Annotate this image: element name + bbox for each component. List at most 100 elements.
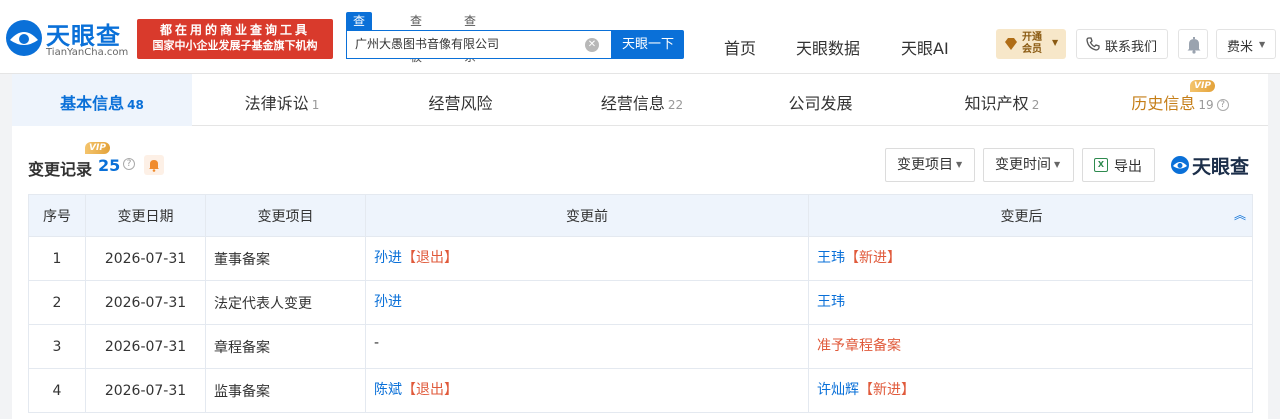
eye-logo-icon: [1171, 156, 1189, 174]
watermark-text: 天眼查: [1192, 156, 1250, 178]
filter-change-item-label: 变更项目: [897, 157, 953, 173]
section-title: 变更记录: [28, 160, 93, 179]
cell-before: -: [365, 324, 809, 369]
tab-legal[interactable]: 法律诉讼 1: [192, 74, 372, 126]
cell-before: 陈斌【退出】: [365, 368, 809, 413]
table-row: 1 2026-07-31 董事备案 孙进【退出】 王玮【新进】: [28, 236, 1253, 281]
cell-after: 王玮【新进】: [808, 236, 1253, 281]
slogan-line1: 都在用的商业查询工具: [159, 23, 310, 37]
tianyancha-watermark: 天眼查: [1170, 151, 1254, 179]
cell-no: 4: [28, 368, 86, 413]
open-vip-label: 开通 会员: [1022, 32, 1042, 55]
logo-subtext: TianYanCha.com: [46, 47, 129, 58]
tab-intellectual-property[interactable]: 知识产权 2: [912, 74, 1092, 126]
search-tab-boss[interactable]: 查老板: [403, 12, 429, 64]
search-box: ✕: [346, 30, 612, 59]
slogan-line2: 国家中小企业发展子基金旗下机构: [152, 39, 318, 52]
person-link[interactable]: 孙进: [374, 294, 402, 310]
search-button[interactable]: 天眼一下: [612, 30, 684, 59]
company-info-tabs: 基本信息 48 法律诉讼 1 经营风险 经营信息 22 公司发展 知识产权 2 VIP …: [12, 74, 1268, 126]
tab-company-development[interactable]: 公司发展: [732, 74, 912, 126]
bell-icon: [149, 160, 159, 172]
person-link[interactable]: 许灿辉: [817, 382, 859, 398]
cell-date: 2026-07-31: [85, 236, 206, 281]
cell-no: 3: [28, 324, 86, 369]
change-tag: 【退出】: [402, 250, 458, 266]
cell-after: 王玮: [808, 280, 1253, 325]
person-link[interactable]: 孙进: [374, 250, 402, 266]
filter-change-item-dropdown[interactable]: 变更项目 ▼: [885, 148, 975, 182]
change-tag: 【新进】: [845, 250, 901, 266]
clear-icon[interactable]: ✕: [585, 38, 599, 52]
monitor-bell-button[interactable]: [144, 155, 164, 175]
chevron-down-icon: ▼: [956, 160, 963, 169]
table-row: 4 2026-07-31 监事备案 陈斌【退出】 许灿辉【新进】: [28, 368, 1253, 413]
chevron-down-icon: ▼: [1259, 40, 1266, 49]
help-icon[interactable]: ?: [123, 158, 135, 170]
cell-item: 法定代表人变更: [205, 280, 366, 325]
person-link[interactable]: 王玮: [817, 294, 845, 310]
cell-no: 2: [28, 280, 86, 325]
chevron-down-icon: ▼: [1054, 160, 1061, 169]
eye-logo-icon: [6, 20, 42, 56]
tab-business-info[interactable]: 经营信息 22: [552, 74, 732, 126]
search-tab-relation[interactable]: 查关系: [457, 12, 483, 64]
person-link[interactable]: 王玮: [817, 250, 845, 266]
help-icon[interactable]: ?: [1216, 98, 1229, 111]
cell-after: 许灿辉【新进】: [808, 368, 1253, 413]
collapse-icon[interactable]: ︽: [1234, 206, 1246, 223]
cell-before: 孙进: [365, 280, 809, 325]
user-menu[interactable]: 费米 ▼: [1216, 29, 1276, 59]
tianyancha-logo[interactable]: 天眼查 TianYanCha.com: [4, 16, 132, 62]
cell-before: 孙进【退出】: [365, 236, 809, 281]
nav-home[interactable]: 首页: [724, 35, 756, 59]
tab-label: 基本信息 48: [60, 94, 144, 113]
col-header-no: 序号: [28, 194, 86, 237]
change-records-section: VIP 变更记录 25 ? 变更项目 ▼ 变更时间 ▼ X 导出 天眼查 序号 变: [12, 126, 1268, 419]
col-header-date: 变更日期: [85, 194, 206, 237]
cell-item: 监事备案: [205, 368, 366, 413]
tab-label: 经营风险: [428, 94, 493, 113]
user-name: 费米: [1227, 40, 1254, 55]
cell-date: 2026-07-31: [85, 368, 206, 413]
top-header: 天眼查 TianYanCha.com 都在用的商业查询工具 国家中小企业发展子基…: [0, 0, 1280, 74]
contact-us-label: 联系我们: [1105, 40, 1158, 55]
cell-date: 2026-07-31: [85, 324, 206, 369]
cell-no: 1: [28, 236, 86, 281]
tab-basic-info[interactable]: 基本信息 48: [12, 74, 192, 126]
vip-badge: VIP: [1190, 80, 1215, 92]
notification-button[interactable]: [1178, 29, 1208, 59]
open-vip-button[interactable]: 开通 会员 ▼: [996, 29, 1066, 59]
col-header-after: 变更后 ︽: [808, 194, 1253, 237]
excel-icon: X: [1094, 158, 1108, 172]
export-button[interactable]: X 导出: [1082, 148, 1155, 182]
export-label: 导出: [1114, 159, 1142, 175]
tab-history-info[interactable]: VIP 历史信息 19?: [1092, 74, 1268, 126]
table-header-row: 序号 变更日期 变更项目 变更前 变更后 ︽: [28, 194, 1253, 237]
change-tag: 【退出】: [402, 382, 458, 398]
person-link[interactable]: 陈斌: [374, 382, 402, 398]
contact-us-button[interactable]: 联系我们: [1076, 29, 1168, 59]
nav-tianyan-data[interactable]: 天眼数据: [796, 35, 860, 59]
nav-tianyan-ai[interactable]: 天眼AI: [901, 35, 949, 59]
tab-label: 公司发展: [788, 94, 853, 113]
col-header-item: 变更项目: [205, 194, 366, 237]
tab-business-risk[interactable]: 经营风险: [372, 74, 552, 126]
change-records-table: 序号 变更日期 变更项目 变更前 变更后 ︽ 1 2026-07-31 董事备案 …: [28, 194, 1253, 413]
table-row: 3 2026-07-31 章程备案 - 准予章程备案: [28, 324, 1253, 369]
search-tab-company[interactable]: 查公司: [346, 12, 373, 64]
filter-change-time-dropdown[interactable]: 变更时间 ▼: [983, 148, 1074, 182]
after-value: 准予章程备案: [817, 338, 901, 354]
cell-item: 董事备案: [205, 236, 366, 281]
table-row: 2 2026-07-31 法定代表人变更 孙进 王玮: [28, 280, 1253, 325]
cell-item: 章程备案: [205, 324, 366, 369]
col-header-before: 变更前: [365, 194, 809, 237]
empty-value: -: [374, 335, 380, 351]
vip-badge: VIP: [85, 142, 110, 154]
search-input[interactable]: [355, 36, 580, 50]
cell-after: 准予章程备案: [808, 324, 1253, 369]
slogan-banner: 都在用的商业查询工具 国家中小企业发展子基金旗下机构: [137, 19, 333, 59]
bell-icon: [1187, 37, 1201, 54]
logo-text: 天眼查: [46, 22, 121, 50]
diamond-icon: [1005, 38, 1017, 50]
